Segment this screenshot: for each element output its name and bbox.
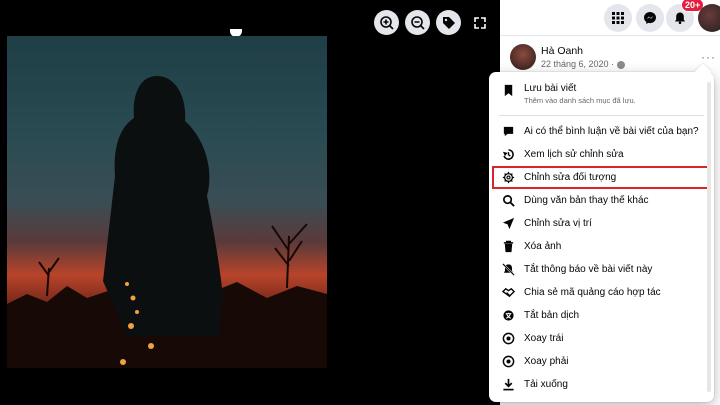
globe-icon bbox=[617, 60, 626, 69]
menu-item-edit-audience[interactable]: Chỉnh sửa đối tượng bbox=[492, 166, 711, 189]
menu-item-alt-text[interactable]: Dùng văn bản thay thế khác bbox=[489, 189, 714, 212]
comment-icon bbox=[501, 125, 515, 139]
zoom-in-button[interactable] bbox=[374, 10, 399, 35]
menu-divider bbox=[499, 115, 704, 116]
menu-item-label: Xem lịch sử chỉnh sửa bbox=[524, 149, 624, 160]
menu-item-label: Xóa ảnh bbox=[524, 241, 562, 252]
trash-icon bbox=[501, 240, 515, 254]
messenger-button[interactable] bbox=[636, 4, 664, 32]
photo-viewer bbox=[0, 0, 500, 405]
menu-item-label: Chỉnh sửa vị trí bbox=[524, 218, 592, 229]
menu-item-rotate-right[interactable]: Xoay phải bbox=[489, 350, 714, 373]
more-options-button[interactable]: ··· bbox=[701, 50, 716, 64]
zoom-out-icon bbox=[410, 15, 425, 30]
post-header: Hà Oanh 22 tháng 6, 2020 · ··· bbox=[510, 42, 720, 76]
gear-icon bbox=[501, 171, 515, 185]
search-icon bbox=[501, 194, 515, 208]
menu-item-label: Ai có thể bình luận về bài viết của bạn? bbox=[524, 126, 699, 137]
menu-item-label: Xoay trái bbox=[524, 333, 564, 344]
zoom-in-icon bbox=[379, 15, 394, 30]
bell-icon bbox=[675, 12, 685, 25]
author-avatar[interactable] bbox=[510, 44, 536, 70]
menu-item-save-post[interactable]: Lưu bài viết Thêm vào danh sách mục đã l… bbox=[489, 77, 714, 111]
grid-icon bbox=[612, 12, 624, 24]
menu-item-label: Tắt thông báo về bài viết này bbox=[524, 264, 653, 275]
top-bar: 20+ bbox=[500, 0, 720, 36]
menu-item-label: Dùng văn bản thay thế khác bbox=[524, 195, 649, 206]
history-icon bbox=[501, 148, 515, 162]
menu-item-download[interactable]: Tải xuống bbox=[489, 373, 714, 396]
menu-item-label: Chỉnh sửa đối tượng bbox=[524, 172, 617, 183]
menu-item-who-can-comment[interactable]: Ai có thể bình luận về bài viết của bạn? bbox=[489, 120, 714, 143]
handshake-icon bbox=[501, 286, 515, 300]
fullscreen-icon bbox=[473, 16, 486, 29]
tag-button[interactable] bbox=[436, 10, 461, 35]
bookmark-icon bbox=[501, 83, 515, 97]
menu-item-mute-notifications[interactable]: Tắt thông báo về bài viết này bbox=[489, 258, 714, 281]
bell-off-icon bbox=[501, 263, 515, 277]
save-post-description: Thêm vào danh sách mục đã lưu. bbox=[524, 96, 636, 105]
menu-item-label: Tải xuống bbox=[524, 379, 568, 390]
post-date[interactable]: 22 tháng 6, 2020 · bbox=[541, 59, 626, 69]
account-avatar[interactable] bbox=[698, 4, 720, 32]
menu-scrollbar[interactable] bbox=[707, 82, 711, 392]
messenger-icon bbox=[644, 12, 656, 24]
tag-icon bbox=[442, 16, 455, 29]
location-icon bbox=[501, 217, 515, 231]
menu-item-label: Xoay phải bbox=[524, 356, 569, 367]
menu-item-share-partnership-code[interactable]: Chia sẻ mã quảng cáo hợp tác bbox=[489, 281, 714, 304]
author-name[interactable]: Hà Oanh bbox=[541, 45, 583, 57]
fullscreen-button[interactable] bbox=[467, 10, 492, 35]
download-icon bbox=[501, 378, 515, 392]
post-options-menu: Lưu bài viết Thêm vào danh sách mục đã l… bbox=[489, 63, 714, 402]
photo-silhouette bbox=[7, 76, 327, 368]
menu-grid-button[interactable] bbox=[604, 4, 632, 32]
translate-icon bbox=[501, 309, 515, 323]
menu-item-label: Chia sẻ mã quảng cáo hợp tác bbox=[524, 287, 661, 298]
zoom-out-button[interactable] bbox=[405, 10, 430, 35]
menu-item-rotate-left[interactable]: Xoay trái bbox=[489, 327, 714, 350]
viewer-toolbar bbox=[374, 10, 492, 35]
menu-item-edit-location[interactable]: Chỉnh sửa vị trí bbox=[489, 212, 714, 235]
photo[interactable] bbox=[7, 36, 327, 368]
save-post-label: Lưu bài viết bbox=[524, 83, 577, 94]
menu-item-label: Tắt bản dịch bbox=[524, 310, 580, 321]
rotate-right-icon bbox=[501, 355, 515, 369]
rotate-left-icon bbox=[501, 332, 515, 346]
menu-item-delete-photo[interactable]: Xóa ảnh bbox=[489, 235, 714, 258]
menu-item-edit-history[interactable]: Xem lịch sử chỉnh sửa bbox=[489, 143, 714, 166]
menu-item-turn-off-translation[interactable]: Tắt bản dịch bbox=[489, 304, 714, 327]
